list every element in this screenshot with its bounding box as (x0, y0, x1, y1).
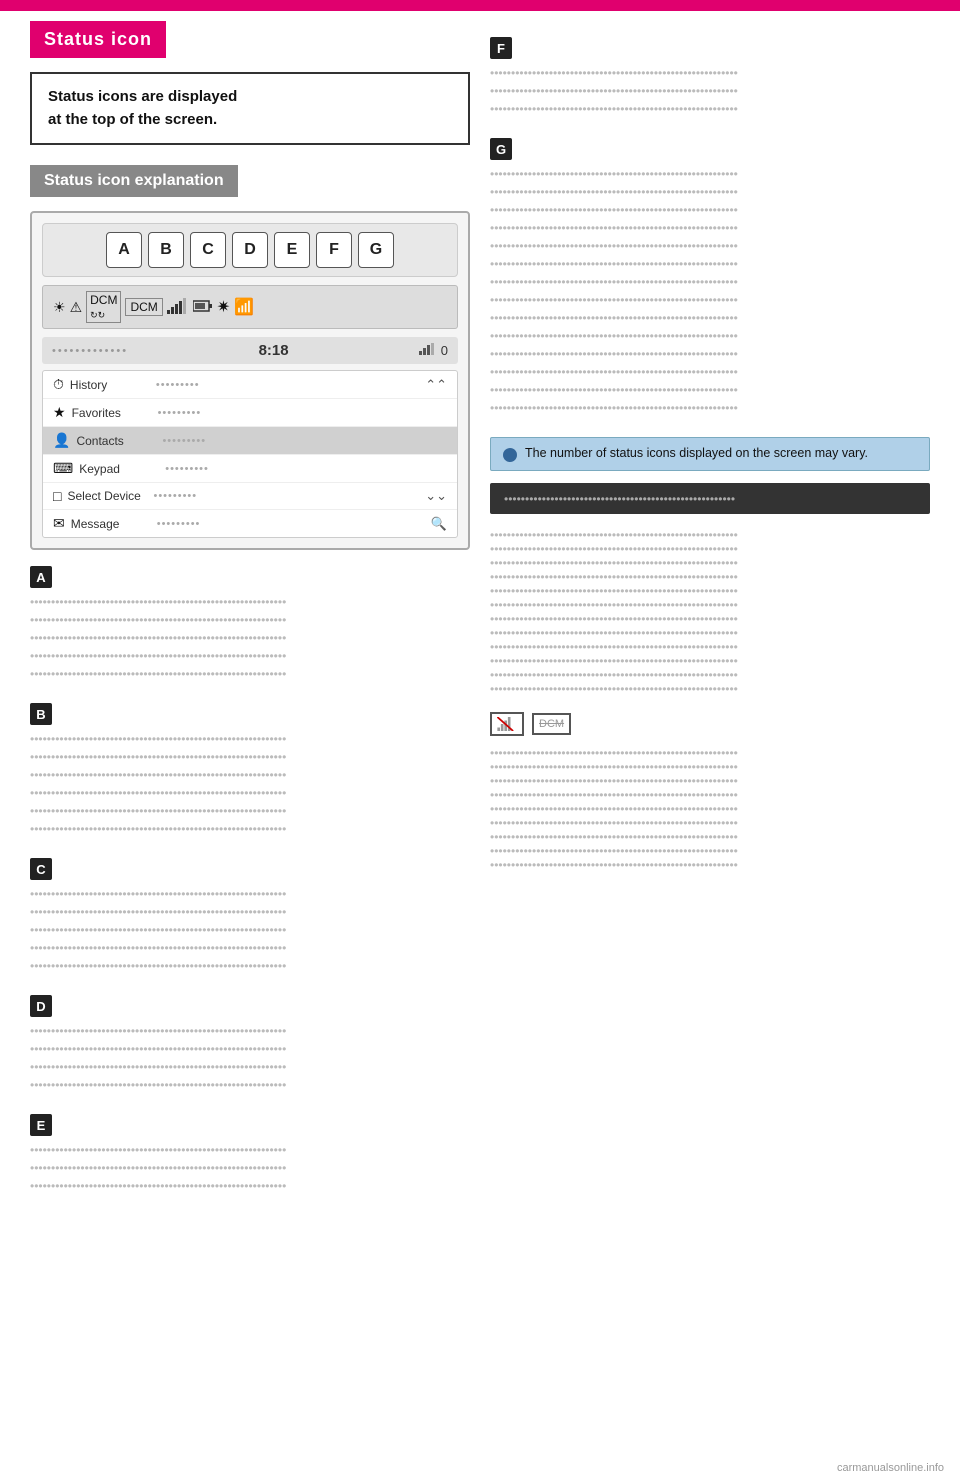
favorites-label: Favorites (72, 406, 152, 420)
menu-item-contacts: 👤 Contacts ••••••••• (43, 427, 457, 455)
section-c-text: ••••••••••••••••••••••••••••••••••••••••… (30, 885, 470, 975)
section-a-badge: A (30, 566, 52, 588)
icon-alert: ⚠ (70, 299, 83, 316)
section-c-label: C (30, 858, 470, 880)
message-label: Message (71, 517, 151, 531)
section-e-badge: E (30, 1114, 52, 1136)
section-a-label: A (30, 566, 470, 588)
menu-item-keypad: ⌨ Keypad ••••••••• (43, 455, 457, 483)
section-a-text: ••••••••••••••••••••••••••••••••••••••••… (30, 593, 470, 683)
section-d-badge: D (30, 995, 52, 1017)
no-signal-icon (490, 712, 524, 736)
status-icon-heading: Status icon (30, 21, 166, 58)
footer: carmanualsonline.info (837, 1462, 944, 1474)
section-f-label: F (490, 37, 930, 59)
icon-box-C: C (190, 232, 226, 268)
mockup-icons-row: A B C D E F G (42, 223, 458, 277)
signal-icons-row: DCM (490, 712, 930, 736)
contacts-dots: ••••••••• (162, 435, 206, 447)
history-icon: ⏱ (53, 376, 64, 393)
icon-signal-bars (167, 298, 189, 317)
icon-sun: ☀ (53, 299, 66, 316)
menu-item-select-device: □ Select Device ••••••••• ⌄⌄ (43, 483, 457, 510)
section-g-badge: G (490, 138, 512, 160)
keypad-label: Keypad (79, 462, 159, 476)
section-b-label: B (30, 703, 470, 725)
section-f-text: ••••••••••••••••••••••••••••••••••••••••… (490, 64, 930, 118)
favorites-icon: ★ (53, 404, 66, 421)
section-b-text: ••••••••••••••••••••••••••••••••••••••••… (30, 730, 470, 838)
select-device-label: Select Device (67, 489, 147, 503)
icon-battery (193, 299, 213, 316)
message-icon: ✉ (53, 515, 65, 532)
icon-box-F: F (316, 232, 352, 268)
menu-item-history: ⏱ History ••••••••• ⌃⌃ (43, 371, 457, 399)
section-f-badge: F (490, 37, 512, 59)
history-label: History (70, 378, 150, 392)
icon-dcm: DCM (125, 298, 162, 316)
contacts-icon: 👤 (53, 432, 70, 449)
icon-wifi: 📶 (234, 297, 254, 317)
mockup-icon-symbols-row: ☀ ⚠ DCM↻↻ DCM (42, 285, 458, 329)
favorites-dots: ••••••••• (158, 407, 202, 419)
section-d-text: ••••••••••••••••••••••••••••••••••••••••… (30, 1022, 470, 1094)
select-device-dots: ••••••••• (153, 490, 197, 502)
extra-text-section: ••••••••••••••••••••••••••••••••••••••••… (490, 528, 930, 696)
info-box-text: Status icons are displayedat the top of … (48, 88, 237, 128)
top-bar (0, 0, 960, 8)
extra-text-section-2: ••••••••••••••••••••••••••••••••••••••••… (490, 746, 930, 872)
no-dcm-icon: DCM (532, 713, 571, 735)
contacts-label: Contacts (76, 434, 156, 448)
mockup-time: 8:18 (259, 342, 289, 359)
section-g-label: G (490, 138, 930, 160)
keypad-icon: ⌨ (53, 460, 73, 477)
mockup-dots: ••••••••••••• (52, 345, 128, 357)
menu-item-message: ✉ Message ••••••••• 🔍 (43, 510, 457, 537)
icon-box-B: B (148, 232, 184, 268)
screen-mockup: A B C D E F G ☀ ⚠ DCM↻↻ DCM (30, 211, 470, 550)
section-g-text: ••••••••••••••••••••••••••••••••••••••••… (490, 165, 930, 417)
explanation-heading-text: Status icon explanation (44, 172, 224, 189)
page-content: Status icon Status icons are displayedat… (0, 11, 960, 1205)
right-column: F ••••••••••••••••••••••••••••••••••••••… (490, 21, 930, 1195)
dark-box: ••••••••••••••••••••••••••••••••••••••••… (490, 483, 930, 514)
icon-dcm-arrows: DCM↻↻ (86, 291, 121, 323)
section-b-badge: B (30, 703, 52, 725)
history-dots: ••••••••• (156, 379, 200, 391)
icon-box-A: A (106, 232, 142, 268)
note-box: The number of status icons displayed on … (490, 437, 930, 471)
heading-text: Status icon (44, 29, 152, 49)
mockup-menu: ⏱ History ••••••••• ⌃⌃ ★ Favorites •••••… (42, 370, 458, 538)
section-e-text: ••••••••••••••••••••••••••••••••••••••••… (30, 1141, 470, 1195)
explanation-heading: Status icon explanation (30, 165, 238, 197)
note-text: The number of status icons displayed on … (525, 446, 868, 460)
note-bullet (503, 448, 517, 462)
icon-box-E: E (274, 232, 310, 268)
keypad-dots: ••••••••• (165, 463, 209, 475)
mockup-signal: 0 (419, 343, 448, 358)
section-c-badge: C (30, 858, 52, 880)
info-box: Status icons are displayedat the top of … (30, 72, 470, 145)
history-chevron: ⌃⌃ (425, 377, 447, 393)
left-column: Status icon Status icons are displayedat… (30, 21, 470, 1195)
section-d-label: D (30, 995, 470, 1017)
message-search-icon: 🔍 (431, 516, 447, 532)
mockup-status-bar: ••••••••••••• 8:18 0 (42, 337, 458, 364)
dark-box-text: ••••••••••••••••••••••••••••••••••••••••… (504, 492, 735, 506)
select-device-chevron: ⌄⌄ (425, 488, 447, 504)
menu-item-favorites: ★ Favorites ••••••••• (43, 399, 457, 427)
icon-box-D: D (232, 232, 268, 268)
icon-box-G: G (358, 232, 394, 268)
icon-bluetooth: ✷ (217, 297, 230, 317)
footer-url: carmanualsonline.info (837, 1462, 944, 1474)
message-dots: ••••••••• (157, 518, 201, 530)
section-e-label: E (30, 1114, 470, 1136)
select-device-icon: □ (53, 488, 61, 504)
